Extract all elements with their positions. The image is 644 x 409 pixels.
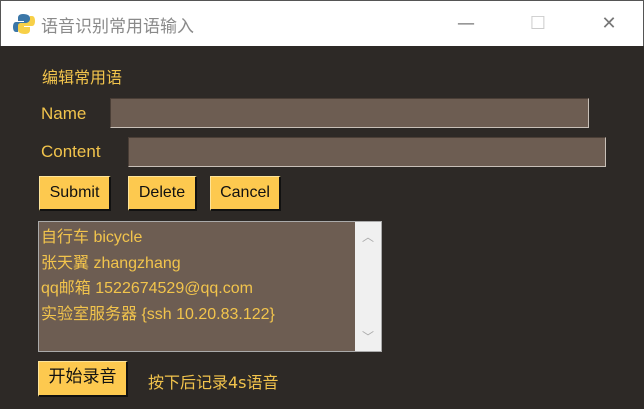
name-input[interactable]: [110, 98, 589, 128]
scroll-down-icon[interactable]: ﹀: [355, 328, 381, 345]
record-button[interactable]: 开始录音: [38, 361, 128, 397]
list-item[interactable]: qq邮箱 1522674529@qq.com: [41, 276, 275, 302]
minimize-button[interactable]: —: [451, 9, 481, 39]
name-label: Name: [41, 104, 87, 123]
delete-button[interactable]: Delete: [128, 176, 197, 211]
list-item[interactable]: 实验室服务器 {ssh 10.20.83.122}: [41, 302, 275, 328]
window-title: 语音识别常用语输入: [41, 17, 194, 37]
list-item[interactable]: 张天翼 zhangzhang: [41, 251, 275, 277]
scrollbar[interactable]: ︿ ﹀: [355, 222, 381, 351]
submit-button[interactable]: Submit: [39, 176, 111, 211]
content-label: Content: [41, 142, 101, 161]
close-button[interactable]: ✕: [594, 9, 624, 39]
list-item[interactable]: 自行车 bicycle: [41, 225, 275, 251]
maximize-button[interactable]: ☐: [523, 9, 553, 39]
python-logo-icon: [13, 14, 35, 34]
content-input[interactable]: [128, 137, 606, 167]
record-hint: 按下后记录4s语音: [148, 373, 279, 392]
cancel-button[interactable]: Cancel: [210, 176, 281, 211]
title-bar: 语音识别常用语输入 — ☐ ✕: [0, 0, 644, 46]
form-heading: 编辑常用语: [42, 68, 123, 87]
phrase-listbox[interactable]: 自行车 bicycle 张天翼 zhangzhang qq邮箱 15226745…: [38, 221, 382, 352]
scroll-up-icon[interactable]: ︿: [355, 228, 381, 245]
